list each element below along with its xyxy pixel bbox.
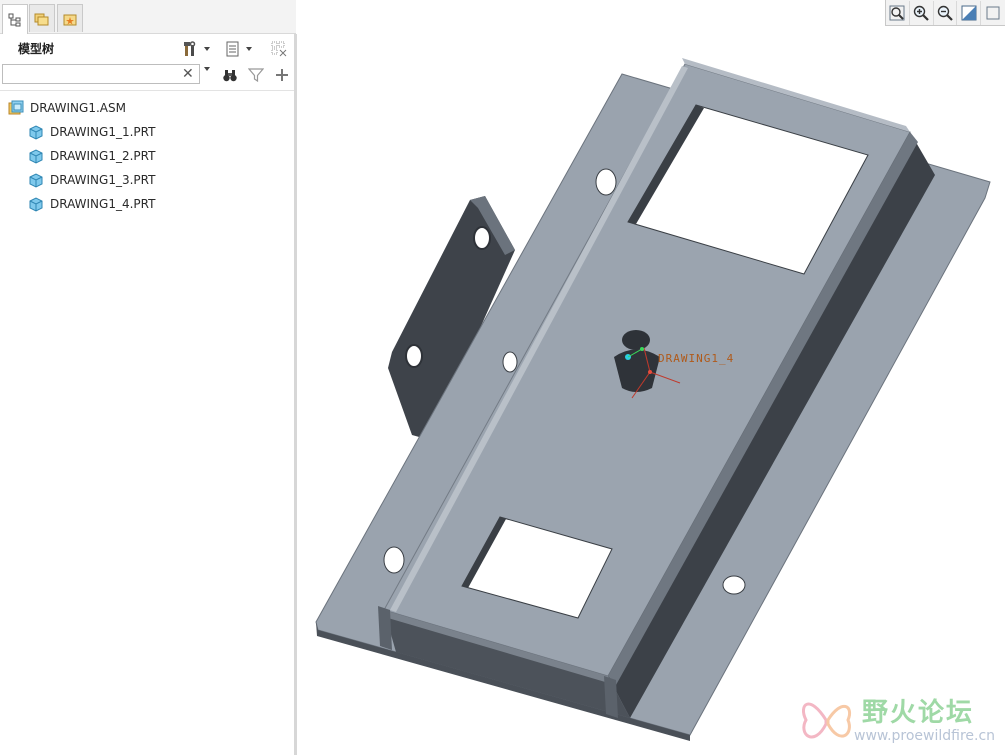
tree-item-label: DRAWING1_2.PRT <box>50 149 156 163</box>
add-button[interactable] <box>274 67 290 83</box>
tab-left <box>378 606 392 650</box>
application-window: 模型树 ✕ DRAWING1.ASM DRAWING1_1.PRT DRAWIN… <box>0 0 1005 755</box>
part-icon <box>29 173 43 188</box>
refit-button[interactable] <box>886 0 910 25</box>
panel-title: 模型树 <box>18 42 55 56</box>
hole-1 <box>595 168 617 196</box>
model-tree-panel: 模型树 ✕ DRAWING1.ASM DRAWING1_1.PRT DRAWIN… <box>0 0 297 755</box>
zoom-out-button[interactable] <box>934 0 958 25</box>
tab-right <box>604 676 618 718</box>
view-toolbar <box>885 0 1005 26</box>
find-button[interactable] <box>222 67 238 83</box>
tree-settings-button[interactable] <box>182 39 210 59</box>
watermark-url: www.proewildfire.cn <box>854 728 996 744</box>
tree-settings-icon <box>184 41 196 56</box>
watermark: 野火论坛 www.proewildfire.cn <box>796 690 1001 752</box>
sheetmetal-model[interactable] <box>297 26 1005 755</box>
model-tree-icon <box>8 13 21 26</box>
more-views-button[interactable] <box>981 1 1005 25</box>
tree-item-label: DRAWING1_4.PRT <box>50 197 156 211</box>
zoom-out-icon <box>937 5 953 21</box>
tree-item-label: DRAWING1_1.PRT <box>50 125 156 139</box>
panel-tabbar <box>0 0 296 34</box>
search-row: ✕ <box>0 62 296 88</box>
divider <box>0 90 296 91</box>
views-icon <box>986 6 1000 19</box>
repaint-icon <box>961 5 977 20</box>
favorites-icon <box>63 14 77 25</box>
graphics-window[interactable] <box>297 26 1005 755</box>
tree-columns-button[interactable] <box>224 39 252 59</box>
refit-icon <box>889 5 905 20</box>
plus-icon <box>276 69 288 81</box>
tree-filter-button[interactable] <box>270 39 288 59</box>
watermark-title: 野火论坛 <box>862 698 975 728</box>
feature-label: DRAWING1_4 <box>658 352 735 365</box>
tree-item-label: DRAWING1_3.PRT <box>50 173 156 187</box>
bracket-hole-bottom <box>405 344 423 368</box>
zoom-in-button[interactable] <box>910 0 934 25</box>
boss-top <box>622 330 650 350</box>
bracket-hole-top <box>473 226 491 250</box>
part-icon <box>29 125 43 140</box>
tree-columns-icon <box>226 41 239 57</box>
part-icon <box>29 197 43 212</box>
part-icon <box>29 149 43 164</box>
butterfly-logo-icon <box>801 702 851 739</box>
tab-folder-browser[interactable] <box>29 4 55 32</box>
clear-icon[interactable]: ✕ <box>182 66 194 82</box>
tree-item-label: DRAWING1.ASM <box>30 101 126 115</box>
search-input[interactable] <box>2 64 200 84</box>
tree-item-part-2[interactable]: DRAWING1_2.PRT <box>28 145 155 167</box>
panel-header: 模型树 <box>0 36 296 62</box>
folder-browser-icon <box>34 13 49 25</box>
binoculars-icon <box>223 70 237 82</box>
tab-favorites[interactable] <box>57 4 83 32</box>
tree-item-part-4[interactable]: DRAWING1_4.PRT <box>28 193 155 215</box>
tree-filter-icon <box>271 41 287 57</box>
filter-icon <box>248 68 264 83</box>
search-dropdown[interactable] <box>204 67 210 71</box>
tab-model-tree[interactable] <box>2 4 28 34</box>
tree-item-part-1[interactable]: DRAWING1_1.PRT <box>28 121 155 143</box>
repaint-button[interactable] <box>957 0 982 25</box>
tree-root-item[interactable]: DRAWING1.ASM <box>8 97 126 119</box>
hole-3 <box>383 546 405 574</box>
filter-button[interactable] <box>248 67 264 83</box>
zoom-in-icon <box>914 5 929 21</box>
hole-4 <box>722 575 746 595</box>
tree-item-part-3[interactable]: DRAWING1_3.PRT <box>28 169 155 191</box>
hole-2 <box>502 351 518 373</box>
assembly-icon <box>8 100 24 115</box>
